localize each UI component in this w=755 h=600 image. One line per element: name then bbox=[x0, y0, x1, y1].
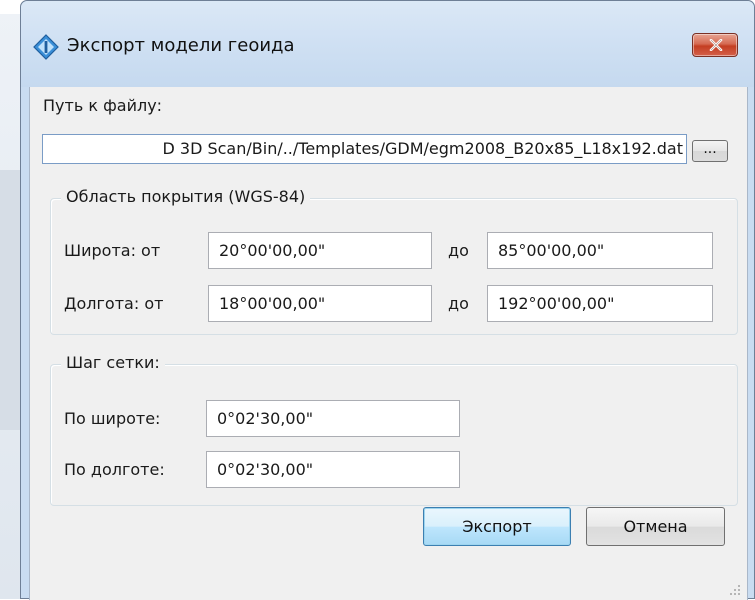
cancel-button[interactable]: Отмена bbox=[586, 507, 725, 546]
file-path-label: Путь к файлу: bbox=[43, 96, 163, 115]
resize-grip-icon[interactable] bbox=[729, 584, 741, 596]
longitude-from-label: Долгота: от bbox=[64, 294, 164, 313]
export-button[interactable]: Экспорт bbox=[423, 507, 571, 546]
latitude-to-value: 85°00'00,00" bbox=[498, 241, 605, 260]
grid-step-latitude-input[interactable]: 0°02'30,00" bbox=[206, 400, 460, 437]
latitude-from-input[interactable]: 20°00'00,00" bbox=[208, 232, 432, 269]
grid-step-longitude-value: 0°02'30,00" bbox=[217, 460, 314, 479]
longitude-from-input[interactable]: 18°00'00,00" bbox=[208, 285, 432, 322]
browse-button[interactable]: ... bbox=[692, 140, 728, 162]
longitude-to-label: до bbox=[448, 294, 469, 313]
export-geoid-dialog: Экспорт модели геоида Путь к файлу: D 3D… bbox=[20, 0, 755, 600]
title-bar[interactable]: Экспорт модели геоида bbox=[21, 1, 754, 87]
latitude-to-input[interactable]: 85°00'00,00" bbox=[487, 232, 713, 269]
geoid-diamond-icon bbox=[33, 34, 59, 60]
grid-step-latitude-value: 0°02'30,00" bbox=[217, 409, 314, 428]
close-x-icon bbox=[709, 39, 723, 51]
grid-step-group: Шаг сетки: По широте: 0°02'30,00" По дол… bbox=[50, 353, 738, 506]
file-path-value: D 3D Scan/Bin/../Templates/GDM/egm2008_B… bbox=[162, 139, 683, 158]
longitude-to-input[interactable]: 192°00'00,00" bbox=[487, 285, 713, 322]
file-path-input[interactable]: D 3D Scan/Bin/../Templates/GDM/egm2008_B… bbox=[42, 134, 687, 164]
grid-step-longitude-input[interactable]: 0°02'30,00" bbox=[206, 451, 460, 488]
window-title: Экспорт модели геоида bbox=[67, 35, 295, 56]
dialog-client-area: Путь к файлу: D 3D Scan/Bin/../Templates… bbox=[29, 87, 748, 600]
coverage-group-title: Область покрытия (WGS-84) bbox=[61, 187, 311, 206]
grid-step-latitude-label: По широте: bbox=[64, 409, 161, 428]
latitude-from-label: Широта: от bbox=[64, 241, 161, 260]
grid-step-group-title: Шаг сетки: bbox=[61, 353, 165, 372]
latitude-to-label: до bbox=[448, 241, 469, 260]
longitude-from-value: 18°00'00,00" bbox=[219, 294, 326, 313]
latitude-from-value: 20°00'00,00" bbox=[219, 241, 326, 260]
longitude-to-value: 192°00'00,00" bbox=[498, 294, 615, 313]
coverage-group: Область покрытия (WGS-84) Широта: от 20°… bbox=[50, 187, 738, 335]
close-button[interactable] bbox=[692, 33, 738, 57]
grid-step-longitude-label: По долготе: bbox=[64, 460, 165, 479]
